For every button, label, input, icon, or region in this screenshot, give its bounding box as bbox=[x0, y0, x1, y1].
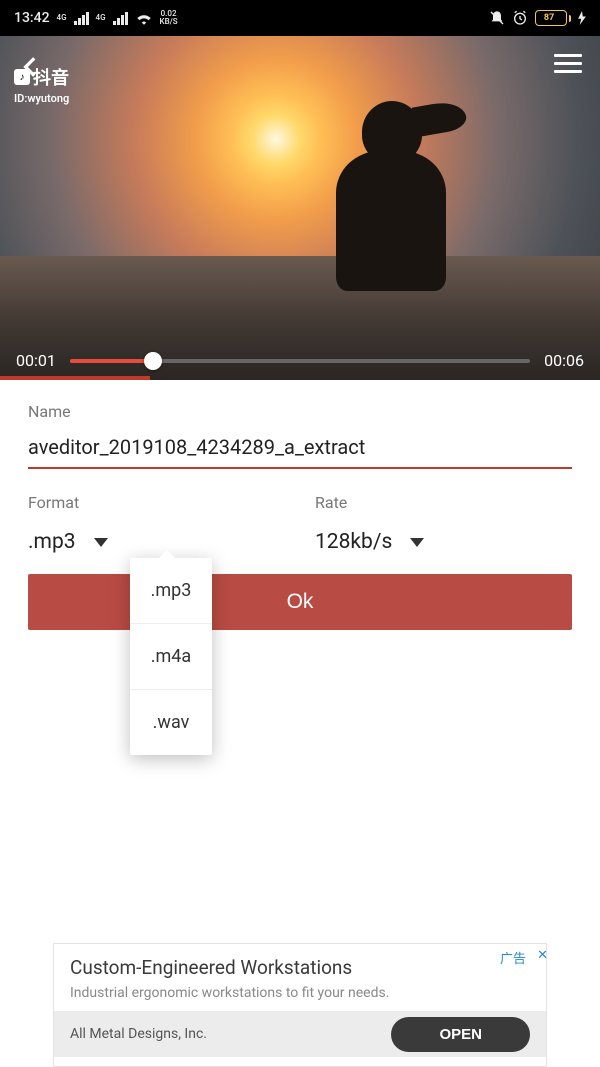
net-4g-icon-1: 4G bbox=[57, 14, 67, 22]
seek-fill bbox=[70, 359, 153, 363]
ad-company: All Metal Designs, Inc. bbox=[70, 1026, 207, 1042]
menu-button[interactable] bbox=[554, 54, 582, 73]
status-time: 13:42 bbox=[14, 10, 50, 26]
chevron-down-icon bbox=[94, 538, 108, 547]
alarm-icon bbox=[512, 10, 528, 26]
signal-icon-2 bbox=[113, 12, 128, 25]
rate-label: Rate bbox=[315, 493, 572, 512]
video-preview[interactable]: ♪ 抖音 ID:wyutong 00:01 00:06 bbox=[0, 36, 600, 380]
rate-select[interactable]: 128kb/s bbox=[315, 522, 572, 554]
ad-close-button[interactable]: ✕ bbox=[537, 948, 548, 963]
ad-banner[interactable]: Custom-Engineered Workstations Industria… bbox=[53, 943, 547, 1067]
duration-time: 00:06 bbox=[544, 351, 584, 370]
format-value: .mp3 bbox=[28, 530, 76, 554]
video-thumbnail bbox=[0, 36, 600, 380]
ad-tag: 广告 bbox=[500, 948, 526, 967]
format-select[interactable]: .mp3 bbox=[28, 522, 285, 554]
name-label: Name bbox=[28, 402, 572, 421]
seek-thumb[interactable] bbox=[144, 352, 162, 370]
ad-subtitle: Industrial ergonomic workstations to fit… bbox=[70, 985, 530, 1001]
export-form: Name Format .mp3 Rate 128kb/s Ok bbox=[0, 380, 600, 630]
dropdown-option-m4a[interactable]: .m4a bbox=[130, 624, 212, 690]
format-dropdown: .mp3 .m4a .wav bbox=[130, 558, 212, 755]
net-speed: 0.02 KB/S bbox=[160, 10, 178, 26]
player-controls: 00:01 00:06 bbox=[0, 351, 600, 370]
status-right: 87 bbox=[489, 10, 586, 26]
signal-icon-1 bbox=[74, 12, 89, 25]
dropdown-option-wav[interactable]: .wav bbox=[130, 690, 212, 755]
dropdown-option-mp3[interactable]: .mp3 bbox=[130, 558, 212, 624]
mute-icon bbox=[489, 10, 505, 26]
charging-icon bbox=[578, 11, 586, 25]
status-bar: 13:42 4G 4G 0.02 KB/S 87 bbox=[0, 0, 600, 36]
net-4g-icon-2: 4G bbox=[96, 14, 106, 22]
douyin-watermark: ♪ 抖音 ID:wyutong bbox=[14, 64, 69, 105]
ad-title: Custom-Engineered Workstations bbox=[70, 956, 530, 979]
ok-button[interactable]: Ok bbox=[28, 574, 572, 630]
seek-bar[interactable] bbox=[70, 359, 530, 363]
douyin-id: ID:wyutong bbox=[14, 92, 69, 105]
chevron-down-icon bbox=[410, 538, 424, 547]
status-left: 13:42 4G 4G 0.02 KB/S bbox=[14, 10, 489, 26]
battery-icon: 87 bbox=[535, 10, 571, 26]
format-label: Format bbox=[28, 493, 285, 512]
loading-bar bbox=[0, 376, 150, 380]
current-time: 00:01 bbox=[16, 351, 56, 370]
name-input[interactable] bbox=[28, 431, 572, 469]
wifi-icon bbox=[135, 11, 153, 25]
ad-open-button[interactable]: OPEN bbox=[391, 1017, 530, 1052]
rate-value: 128kb/s bbox=[315, 530, 392, 554]
douyin-logo-icon: ♪ bbox=[14, 69, 30, 85]
douyin-app-name: 抖音 bbox=[33, 64, 69, 90]
